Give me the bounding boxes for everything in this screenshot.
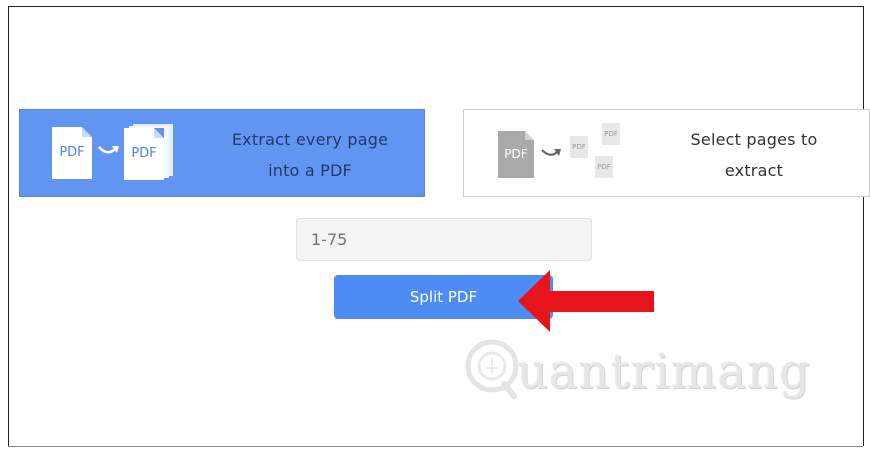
- pdf-file-gray-icon: PDF: [498, 131, 534, 178]
- option-label: Select pages to extract: [690, 130, 818, 180]
- frame-right-border: [863, 6, 864, 446]
- watermark-text: uantrimang: [517, 344, 811, 400]
- pdf-page-small-icon: PDF: [602, 123, 620, 145]
- red-arrow-annotation: [518, 270, 654, 332]
- frame-top-border: [8, 6, 863, 7]
- option-select-pages[interactable]: PDF PDF PDF PDF Select pages to extract: [463, 109, 870, 197]
- lightbulb-logo-icon: [465, 339, 519, 399]
- curved-arrow-icon: [98, 146, 119, 154]
- page-range-input[interactable]: [296, 218, 592, 261]
- frame-left-border: [8, 6, 9, 446]
- pdf-page-small-icon: PDF: [595, 156, 613, 178]
- option-extract-every-page[interactable]: PDF PDF Extract every page into a PDF: [19, 109, 425, 197]
- pdf-page-small-icon: PDF: [570, 136, 588, 158]
- pdf-stack-front-icon: PDF: [124, 128, 164, 180]
- option-label: Extract every page into a PDF: [231, 130, 389, 180]
- pdf-file-icon: PDF: [52, 127, 92, 179]
- frame-bottom-border: [8, 446, 863, 447]
- curved-arrow-icon: [541, 149, 561, 156]
